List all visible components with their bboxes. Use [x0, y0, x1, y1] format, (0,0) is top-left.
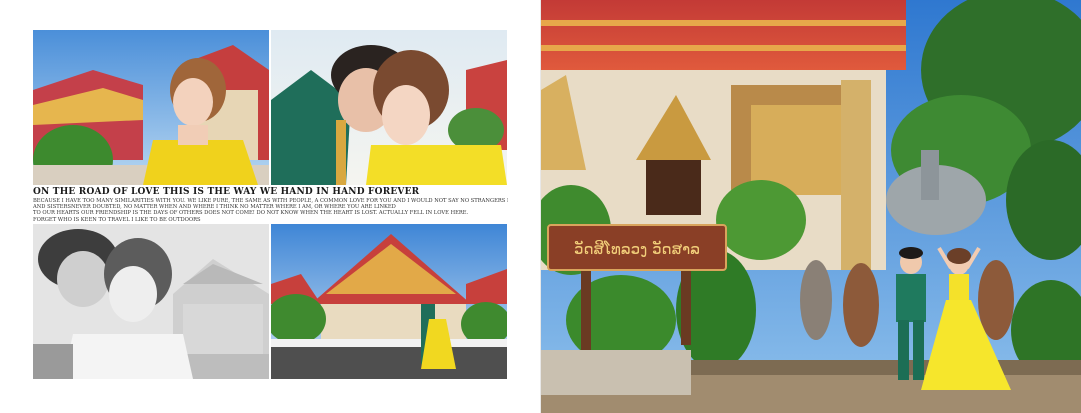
- photo-couple-temple-wide: [271, 224, 507, 379]
- body-line: forget who is keen to travel I like to b…: [33, 216, 201, 223]
- photo-bride-temple: [33, 30, 269, 185]
- couple-closeup-image: [271, 30, 507, 185]
- album-body-text: Because I have too many similarities wit…: [33, 198, 508, 223]
- temple-sign-text: ວັດສີໂທລວງ ວັດສາລ: [574, 239, 700, 258]
- photo-couple-closeup: [271, 30, 507, 185]
- couple-temple-wide-image: [271, 224, 507, 379]
- album-left-page: ON THE ROAD OF LOVE THIS IS THE WAY WE H…: [0, 0, 540, 413]
- album-right-page: ວັດສີໂທລວງ ວັດສາລ: [541, 0, 1081, 413]
- temple-garden-photo: ວັດສີໂທລວງ ວັດສາລ: [541, 0, 1081, 413]
- body-line: To our hearts our friendship is the days…: [33, 210, 469, 217]
- bride-temple-image: [33, 30, 269, 185]
- couple-bw-image: [33, 224, 269, 379]
- photo-couple-bw: [33, 224, 269, 379]
- album-headline: ON THE ROAD OF LOVE THIS IS THE WAY WE H…: [33, 187, 420, 197]
